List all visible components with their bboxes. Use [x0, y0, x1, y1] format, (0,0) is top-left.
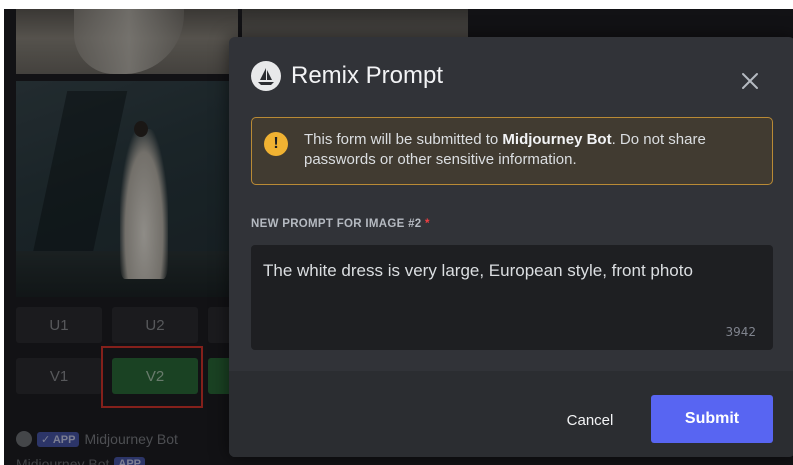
modal-title: Remix Prompt	[291, 62, 444, 89]
prompt-field-label: NEW PROMPT FOR IMAGE #2 *	[251, 218, 430, 230]
remix-prompt-modal: Remix Prompt ! This form will be submitt…	[229, 37, 793, 457]
modal-header: Remix Prompt	[251, 61, 443, 91]
cancel-button[interactable]: Cancel	[547, 396, 633, 444]
prompt-textarea[interactable]: The white dress is very large, European …	[251, 245, 773, 350]
modal-footer: Cancel Submit	[229, 371, 793, 457]
warning-text-before: This form will be submitted to	[304, 131, 503, 148]
prompt-field-label-text: NEW PROMPT FOR IMAGE #2	[251, 218, 422, 230]
warning-text: This form will be submitted to Midjourne…	[304, 130, 759, 170]
sailboat-icon	[251, 61, 281, 91]
warning-banner: ! This form will be submitted to Midjour…	[251, 117, 773, 185]
submit-button[interactable]: Submit	[651, 395, 773, 443]
prompt-value[interactable]: The white dress is very large, European …	[263, 259, 753, 283]
warning-icon: !	[264, 132, 288, 156]
close-icon[interactable]	[738, 69, 762, 93]
warning-bot-name: Midjourney Bot	[502, 131, 612, 148]
required-marker: *	[424, 218, 430, 230]
app-frame: U1 U2 V1 V2 ✓ APP Midjourney Bot Midjour…	[4, 9, 793, 465]
char-count: 3942	[725, 325, 756, 339]
